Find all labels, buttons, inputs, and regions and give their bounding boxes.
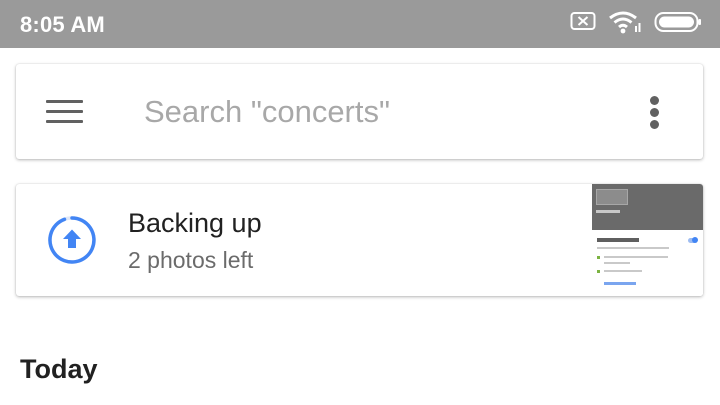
wifi-icon bbox=[608, 10, 642, 39]
more-vert-icon[interactable] bbox=[644, 94, 666, 130]
battery-icon bbox=[654, 10, 702, 39]
menu-icon[interactable] bbox=[46, 100, 84, 124]
search-bar bbox=[16, 64, 703, 159]
search-input[interactable] bbox=[144, 92, 624, 132]
status-bar: 8:05 AM bbox=[0, 0, 720, 48]
backup-status-card[interactable]: Backing up 2 photos left bbox=[16, 184, 703, 296]
backup-subtitle: 2 photos left bbox=[128, 247, 254, 273]
backup-upload-icon bbox=[46, 214, 98, 266]
backup-title: Backing up bbox=[128, 208, 262, 238]
no-sim-icon bbox=[570, 10, 596, 37]
backup-thumbnail bbox=[592, 184, 703, 296]
status-time: 8:05 AM bbox=[20, 12, 105, 37]
section-header-today: Today bbox=[20, 354, 98, 384]
